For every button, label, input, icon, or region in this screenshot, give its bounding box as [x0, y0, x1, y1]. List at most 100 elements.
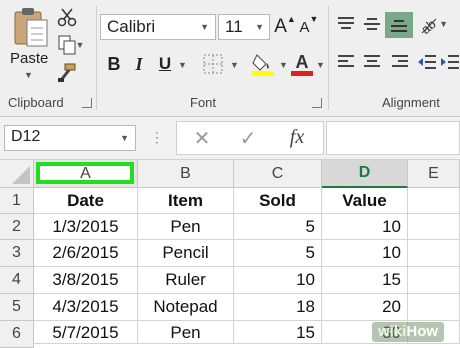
- copy-icon: [58, 35, 76, 55]
- paste-button[interactable]: [8, 6, 54, 48]
- date-cell[interactable]: 5/7/2015: [34, 321, 138, 344]
- borders-button[interactable]: [200, 52, 226, 76]
- bottom-align-button[interactable]: [385, 12, 413, 38]
- date-cell[interactable]: 3/8/2015: [34, 267, 138, 294]
- font-color-swatch: [291, 70, 313, 76]
- date-cell[interactable]: 1/3/2015: [34, 214, 138, 240]
- sold-cell[interactable]: 15: [234, 321, 322, 344]
- value-cell[interactable]: 10: [322, 214, 408, 240]
- empty-cell[interactable]: [408, 240, 460, 267]
- fill-color-button[interactable]: [250, 50, 276, 78]
- header-cell-date[interactable]: Date: [34, 188, 138, 214]
- bold-button[interactable]: B: [104, 52, 124, 76]
- underline-button[interactable]: U: [156, 52, 174, 76]
- font-name-dropdown-icon[interactable]: ▼: [200, 22, 209, 32]
- value-cell[interactable]: 10: [322, 240, 408, 267]
- column-header-d[interactable]: D: [322, 160, 408, 188]
- borders-dropdown-icon[interactable]: ▼: [230, 60, 239, 70]
- sold-cell[interactable]: 5: [234, 240, 322, 267]
- orientation-dropdown-icon[interactable]: ▼: [439, 19, 448, 29]
- insert-function-button[interactable]: fx: [280, 123, 314, 151]
- align-center-button[interactable]: [360, 50, 384, 74]
- font-size-dropdown-icon[interactable]: ▼: [255, 22, 264, 32]
- name-box-value: D12: [11, 128, 41, 145]
- item-cell[interactable]: Pen: [138, 214, 234, 240]
- select-all-triangle-icon: [12, 166, 30, 184]
- increase-font-button[interactable]: A ▲: [274, 14, 296, 40]
- middle-align-button[interactable]: [360, 12, 384, 36]
- increase-indent-button[interactable]: [440, 50, 460, 74]
- sold-cell[interactable]: 5: [234, 214, 322, 240]
- up-arrow-icon: ▲: [286, 14, 296, 24]
- clipboard-icon: [14, 8, 48, 47]
- paste-label[interactable]: Paste: [10, 50, 48, 67]
- decrease-font-button[interactable]: A ▼: [298, 14, 320, 40]
- empty-cell[interactable]: [408, 267, 460, 294]
- select-all-button[interactable]: [0, 160, 34, 188]
- column-header-label: C: [271, 164, 284, 182]
- empty-cell[interactable]: [408, 294, 460, 321]
- column-header-b[interactable]: B: [138, 160, 234, 188]
- wikihow-watermark: wikiHow: [372, 322, 445, 342]
- row-header-3[interactable]: 3: [0, 240, 34, 267]
- sold-cell[interactable]: 10: [234, 267, 322, 294]
- item-cell[interactable]: Pencil: [138, 240, 234, 267]
- cut-button[interactable]: [56, 6, 78, 28]
- align-right-button[interactable]: [388, 50, 412, 74]
- fill-color-dropdown-icon[interactable]: ▼: [279, 60, 288, 70]
- font-name-value: Calibri: [107, 17, 156, 36]
- row-header-2[interactable]: 2: [0, 214, 34, 240]
- header-cell-value[interactable]: Value: [322, 188, 408, 214]
- orientation-icon: ab: [418, 16, 439, 35]
- copy-dropdown-icon[interactable]: ▼: [76, 40, 85, 50]
- formula-bar: D12 ▼ ⋮ ✕ ✓ fx: [0, 117, 460, 160]
- item-cell[interactable]: Pen: [138, 321, 234, 344]
- decrease-indent-button[interactable]: [416, 50, 438, 74]
- font-name-box[interactable]: Calibri ▼: [100, 14, 216, 40]
- font-color-button[interactable]: A: [290, 50, 314, 78]
- name-box[interactable]: D12 ▼: [4, 125, 136, 151]
- italic-button[interactable]: I: [130, 52, 148, 76]
- scissors-icon: [57, 8, 77, 27]
- align-left-button[interactable]: [334, 50, 358, 74]
- column-header-label: A: [80, 164, 91, 182]
- font-size-box[interactable]: 11 ▼: [218, 14, 270, 40]
- name-box-dropdown-icon[interactable]: ▼: [120, 133, 129, 143]
- header-cell-item[interactable]: Item: [138, 188, 234, 214]
- font-launcher-icon[interactable]: [312, 98, 322, 108]
- sold-cell[interactable]: 18: [234, 294, 322, 321]
- orientation-button[interactable]: ab ▼: [418, 10, 448, 38]
- paste-dropdown-icon[interactable]: ▼: [24, 70, 33, 80]
- clipboard-launcher-icon[interactable]: [82, 98, 92, 108]
- copy-button[interactable]: ▼: [56, 34, 86, 56]
- date-cell[interactable]: 2/6/2015: [34, 240, 138, 267]
- font-size-value: 11: [225, 17, 243, 36]
- column-header-a[interactable]: A: [34, 160, 138, 188]
- row-header-4[interactable]: 4: [0, 267, 34, 294]
- alignment-group-label: Alignment: [382, 95, 440, 110]
- header-cell-sold[interactable]: Sold: [234, 188, 322, 214]
- format-painter-button[interactable]: [56, 62, 78, 84]
- formula-input[interactable]: [326, 121, 460, 155]
- column-header-e[interactable]: E: [408, 160, 460, 188]
- empty-cell[interactable]: [408, 214, 460, 240]
- value-cell[interactable]: 15: [322, 267, 408, 294]
- enter-button[interactable]: ✓: [234, 125, 262, 151]
- top-align-button[interactable]: [334, 12, 358, 36]
- column-header-label: D: [358, 164, 371, 181]
- column-header-c[interactable]: C: [234, 160, 322, 188]
- value-cell[interactable]: 20: [322, 294, 408, 321]
- column-header-label: E: [428, 164, 439, 182]
- item-cell[interactable]: Notepad: [138, 294, 234, 321]
- row-header-1[interactable]: 1: [0, 188, 34, 214]
- column-header-label: B: [180, 164, 191, 182]
- font-color-dropdown-icon[interactable]: ▼: [316, 60, 325, 70]
- watermark-text: wiki: [378, 323, 407, 340]
- top-align-icon: [338, 17, 354, 29]
- cancel-entry-button[interactable]: ✕: [188, 125, 216, 151]
- row-header-5[interactable]: 5: [0, 294, 34, 321]
- underline-dropdown-icon[interactable]: ▼: [178, 60, 187, 70]
- empty-cell[interactable]: [408, 188, 460, 214]
- item-cell[interactable]: Ruler: [138, 267, 234, 294]
- date-cell[interactable]: 4/3/2015: [34, 294, 138, 321]
